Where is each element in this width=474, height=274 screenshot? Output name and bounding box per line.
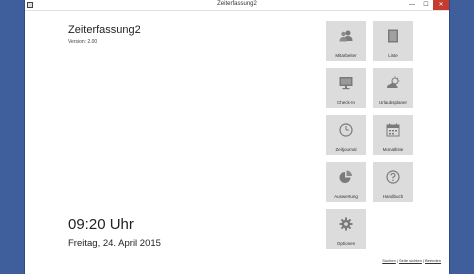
maximize-button[interactable]: ☐ (419, 0, 433, 10)
title-bar[interactable]: Zeiterfassung2 — ☐ ✕ (25, 0, 449, 11)
monitor-icon (339, 77, 353, 90)
app-window: Zeiterfassung2 — ☐ ✕ Zeiterfassung2 Vers… (24, 0, 450, 274)
tile-label: Zeitjournal (335, 147, 357, 152)
list-icon (388, 29, 398, 43)
pie-chart-icon (339, 170, 352, 183)
tile-auswertung[interactable]: Auswertung (326, 162, 366, 202)
tile-check-in[interactable]: Check-In (326, 68, 366, 108)
search-link[interactable]: Suchen (382, 258, 396, 263)
tile-mitarbeiter[interactable]: Mitarbeiter (326, 21, 366, 61)
close-button[interactable]: ✕ (433, 0, 449, 10)
tile-zeitjournal[interactable]: Zeitjournal (326, 115, 366, 155)
tile-liste[interactable]: Liste (373, 21, 413, 61)
tile-optionen[interactable]: Optionen (326, 209, 366, 249)
version-label: Version: 2.00 (68, 39, 98, 45)
window-title: Zeiterfassung2 (217, 1, 257, 7)
tile-label: Handbuch (382, 194, 404, 199)
tile-label: Urlaubsplaner (378, 100, 407, 105)
tile-monatliste[interactable]: Monatliste (373, 115, 413, 155)
tile-label: Monatliste (382, 147, 404, 152)
tile-label: Check-In (336, 100, 355, 105)
tile-handbuch[interactable]: Handbuch (373, 162, 413, 202)
clock-time: 09:20 Uhr (68, 216, 134, 233)
clock-icon (339, 123, 353, 137)
users-icon (339, 30, 353, 42)
footer-links: Suchen|Seite sichten|Beenden (382, 258, 441, 263)
lock-link[interactable]: Seite sichten (399, 258, 422, 263)
tile-urlaubsplaner[interactable]: Urlaubsplaner (373, 68, 413, 108)
tile-label: Liste (388, 53, 398, 58)
help-icon (386, 170, 400, 184)
gear-icon (339, 217, 353, 231)
tile-label: Auswertung (334, 194, 358, 199)
minimize-button[interactable]: — (405, 0, 419, 10)
tile-label: Optionen (336, 241, 356, 246)
quit-link[interactable]: Beenden (425, 258, 441, 263)
clock-date: Freitag, 24. April 2015 (68, 238, 161, 249)
tile-label: Mitarbeiter (335, 53, 357, 58)
app-title: Zeiterfassung2 (68, 24, 141, 36)
weather-icon (387, 76, 400, 88)
calendar-icon (386, 123, 400, 137)
